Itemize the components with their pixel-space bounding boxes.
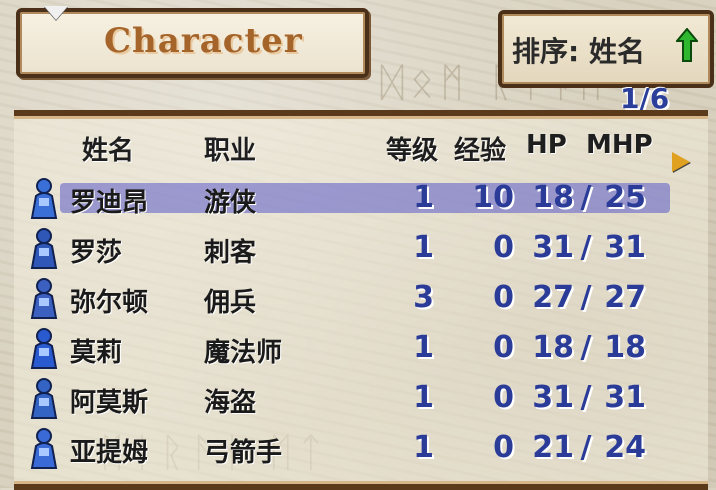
unit-hp: 18 [532,180,574,215]
unit-level: 1 [413,380,434,415]
sort-label: 排序: 姓名 [512,35,645,68]
unit-level: 3 [413,280,434,315]
unit-max-hp: 24 [604,430,646,465]
unit-exp: 0 [493,380,514,415]
unit-max-hp: 31 [604,230,646,265]
unit-sprite-icon [30,328,58,369]
unit-exp: 0 [493,330,514,365]
unit-name: 阿莫斯 [70,388,149,418]
unit-max-hp: 27 [604,280,646,315]
header-exp[interactable]: 经验 [454,130,506,167]
table-row[interactable]: 莫莉 魔法师 1 0 18 / 18 [14,324,708,374]
list-header: 姓名 职业 等级 经验 HP MHP [14,130,708,172]
hp-separator: / [580,330,592,365]
up-arrow-icon [676,28,698,62]
unit-name: 弥尔顿 [70,288,149,318]
unit-hp: 21 [532,430,574,465]
table-row[interactable]: 阿莫斯 海盗 1 0 31 / 31 [14,374,708,424]
page-title: Character [104,21,303,61]
unit-level: 1 [413,180,434,215]
header-class[interactable]: 职业 [204,130,256,167]
right-arrow-icon[interactable] [672,152,690,172]
sort-button[interactable]: 排序: 姓名 [498,10,714,88]
table-row[interactable]: 罗迪昂 游侠 1 10 18 / 25 [14,174,708,224]
unit-level: 1 [413,230,434,265]
unit-name: 罗迪昂 [70,188,149,218]
unit-sprite-icon [30,228,58,269]
table-row[interactable]: 亚提姆 弓箭手 1 0 21 / 24 [14,424,708,474]
unit-max-hp: 31 [604,380,646,415]
hp-separator: / [580,280,592,315]
unit-max-hp: 18 [604,330,646,365]
cursor-pointer-icon [44,6,68,20]
unit-name: 罗莎 [70,238,123,268]
unit-hp: 31 [532,380,574,415]
unit-max-hp: 25 [604,180,646,215]
unit-exp: 0 [493,280,514,315]
unit-class: 魔法师 [204,338,283,368]
unit-hp: 31 [532,230,574,265]
unit-class: 弓箭手 [204,438,283,468]
unit-class: 佣兵 [204,288,257,318]
hp-separator: / [580,430,592,465]
unit-exp: 0 [493,430,514,465]
table-row[interactable]: 弥尔顿 佣兵 3 0 27 / 27 [14,274,708,324]
character-list: 姓名 职业 等级 经验 HP MHP 罗迪昂 游侠 1 10 18 / 25 罗… [14,110,708,490]
title-box: Character [16,6,369,78]
hp-separator: / [580,230,592,265]
unit-sprite-icon [30,428,58,469]
header-mhp[interactable]: MHP [586,130,653,160]
hp-separator: / [580,380,592,415]
unit-exp: 10 [472,180,514,215]
unit-exp: 0 [493,230,514,265]
hp-separator: / [580,180,592,215]
unit-hp: 18 [532,330,574,365]
unit-class: 刺客 [204,238,257,268]
unit-hp: 27 [532,280,574,315]
unit-sprite-icon [30,178,58,219]
unit-class: 海盗 [204,388,257,418]
header-level[interactable]: 等级 [386,130,438,167]
header-hp[interactable]: HP [526,130,567,160]
header-name[interactable]: 姓名 [82,130,134,167]
unit-sprite-icon [30,378,58,419]
unit-class: 游侠 [204,188,257,218]
table-row[interactable]: 罗莎 刺客 1 0 31 / 31 [14,224,708,274]
unit-sprite-icon [30,278,58,319]
unit-level: 1 [413,430,434,465]
unit-level: 1 [413,330,434,365]
unit-name: 莫莉 [70,338,123,368]
unit-name: 亚提姆 [70,438,149,468]
